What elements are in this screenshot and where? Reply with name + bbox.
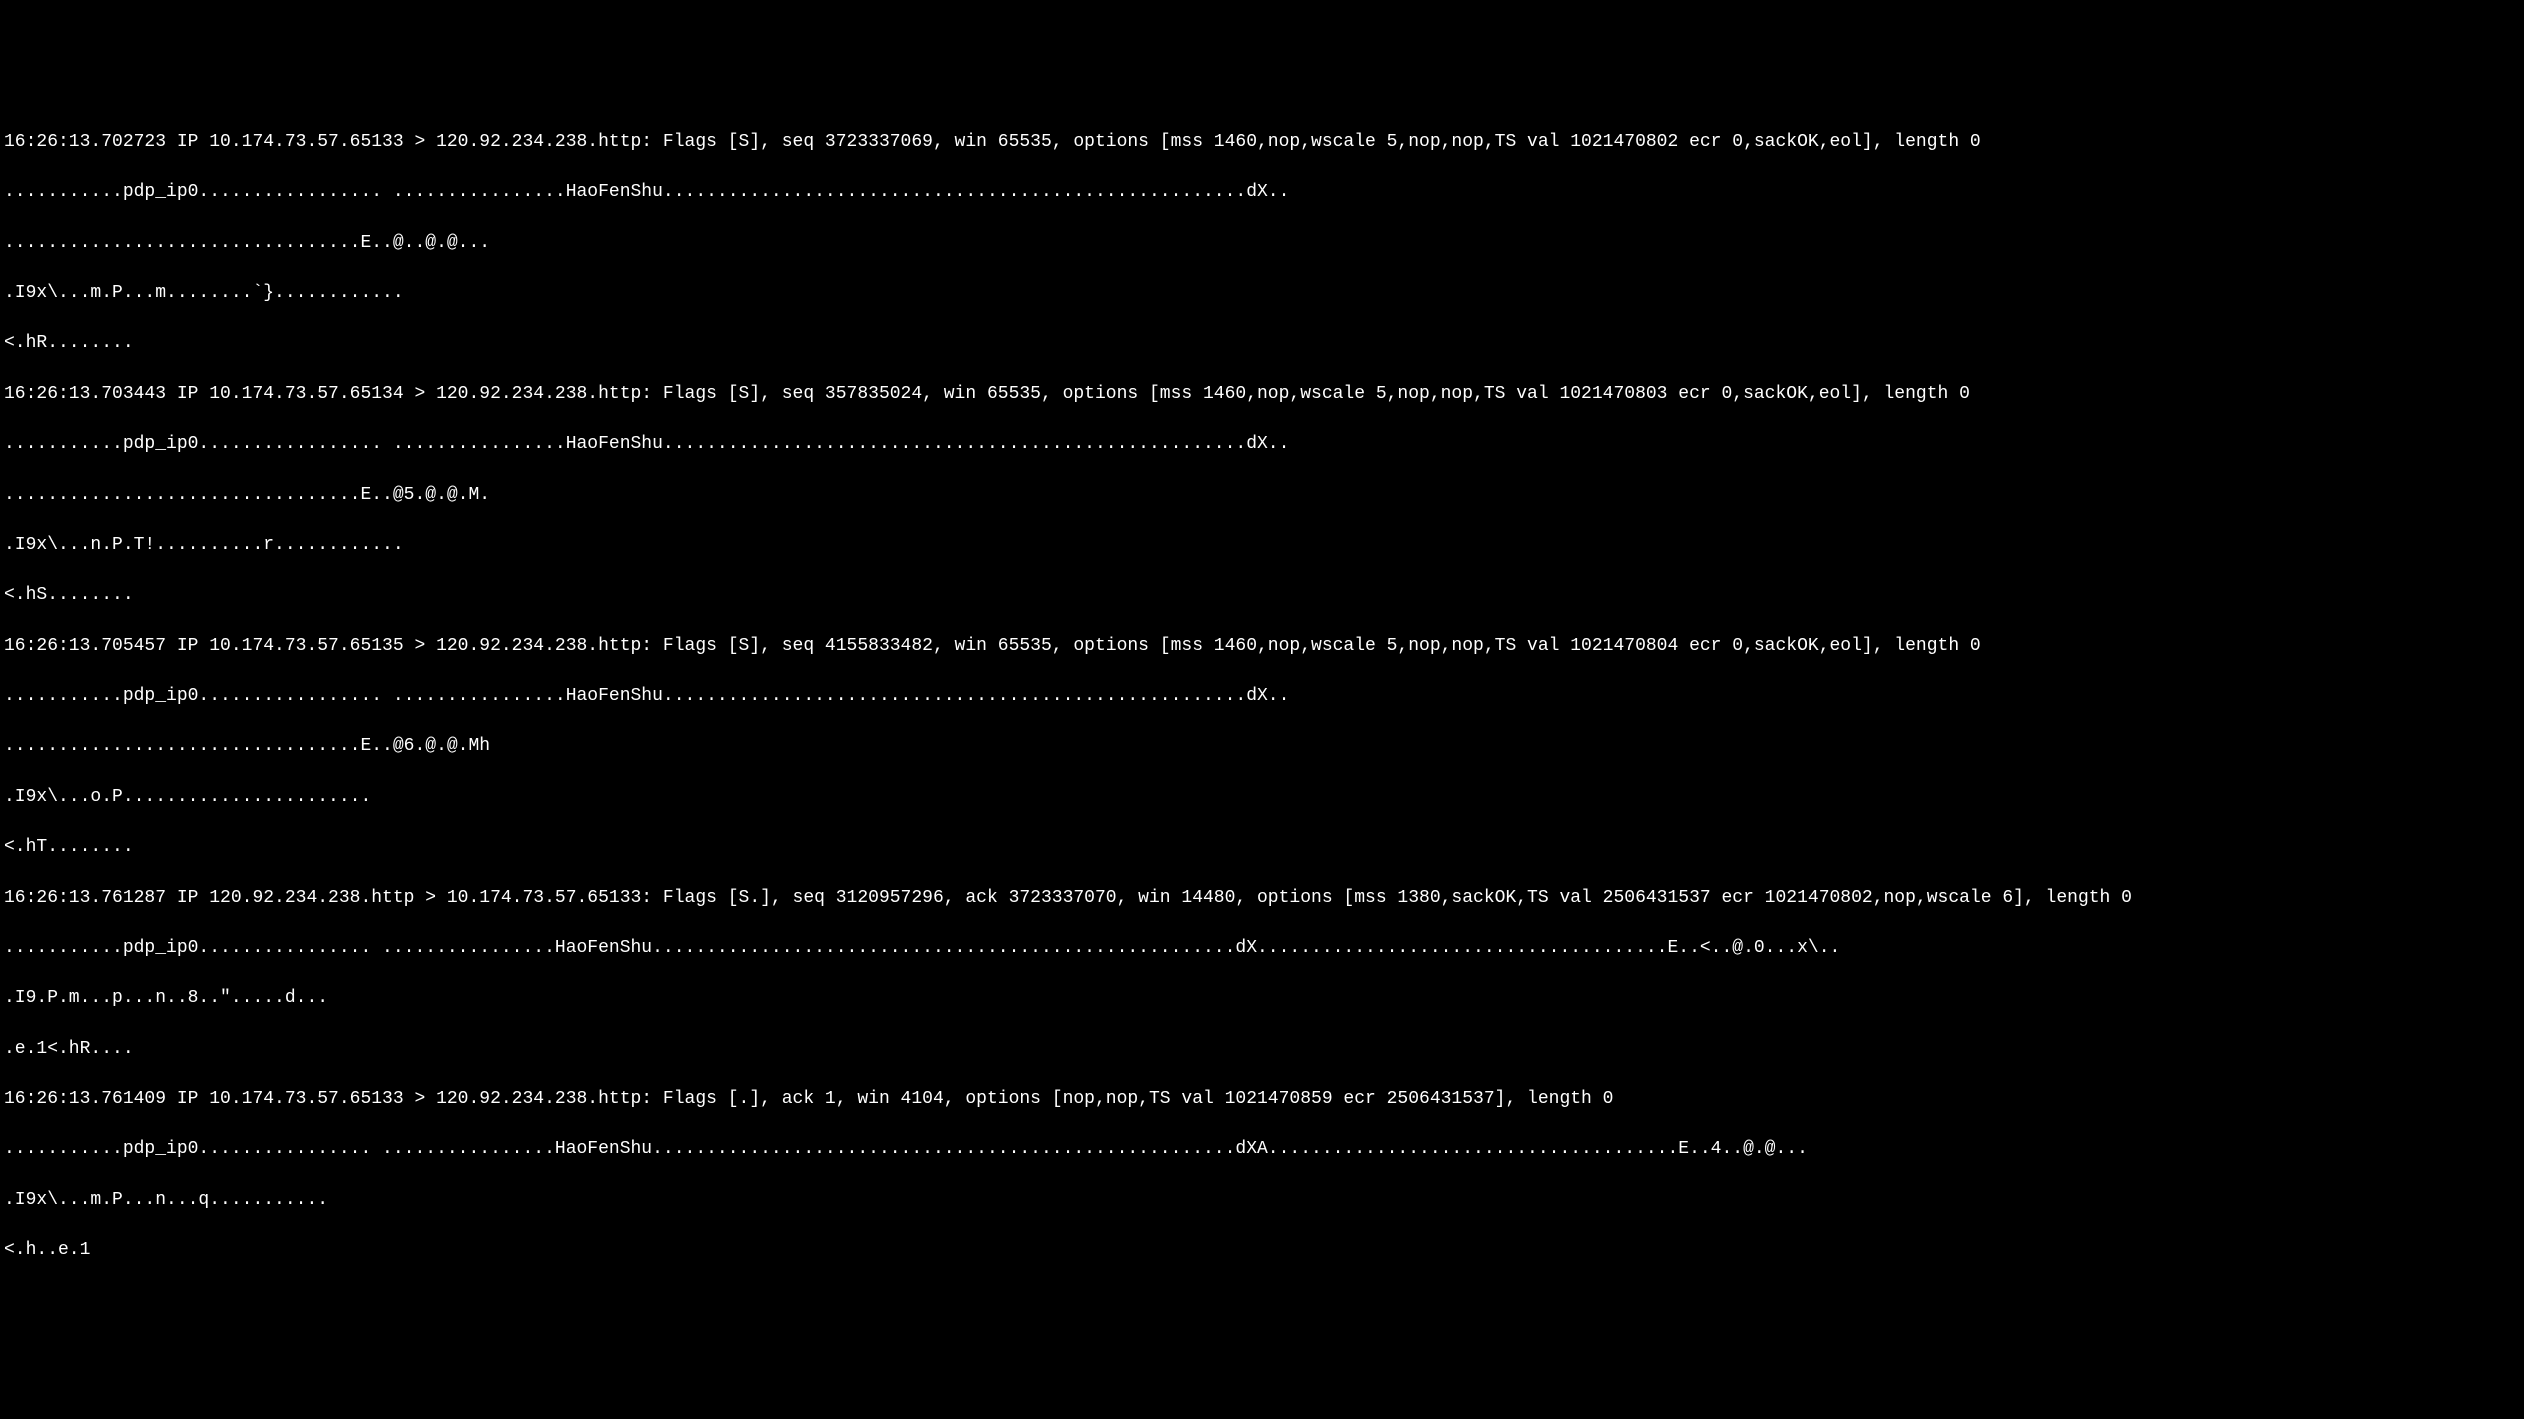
tcpdump-line: <.hS........ <box>4 583 2520 608</box>
tcpdump-line: ...........pdp_ip0................ .....… <box>4 1137 2520 1162</box>
tcpdump-line: ...........pdp_ip0................ .....… <box>4 936 2520 961</box>
tcpdump-line: ...........pdp_ip0................. ....… <box>4 180 2520 205</box>
tcpdump-line: .I9x\...m.P...n...q........... <box>4 1188 2520 1213</box>
tcpdump-line: 16:26:13.702723 IP 10.174.73.57.65133 > … <box>4 130 2520 155</box>
tcpdump-line: <.hR........ <box>4 331 2520 356</box>
tcpdump-line: .I9x\...o.P....................... <box>4 785 2520 810</box>
tcpdump-line: ...........pdp_ip0................. ....… <box>4 684 2520 709</box>
tcpdump-line: 16:26:13.761409 IP 10.174.73.57.65133 > … <box>4 1087 2520 1112</box>
tcpdump-line: <.h..e.1 <box>4 1238 2520 1263</box>
tcpdump-line: 16:26:13.761287 IP 120.92.234.238.http >… <box>4 886 2520 911</box>
tcpdump-line: 16:26:13.703443 IP 10.174.73.57.65134 > … <box>4 382 2520 407</box>
tcpdump-line: .I9x\...m.P...m........`}............ <box>4 281 2520 306</box>
tcpdump-line: .................................E..@5.@… <box>4 483 2520 508</box>
tcpdump-line: ...........pdp_ip0................. ....… <box>4 432 2520 457</box>
tcpdump-line: .................................E..@6.@… <box>4 734 2520 759</box>
tcpdump-line: .e.1<.hR.... <box>4 1037 2520 1062</box>
tcpdump-line: .I9.P.m...p...n..8..".....d... <box>4 986 2520 1011</box>
tcpdump-line: .................................E..@..@… <box>4 231 2520 256</box>
tcpdump-line: <.hT........ <box>4 835 2520 860</box>
tcpdump-line: .I9x\...n.P.T!..........r............ <box>4 533 2520 558</box>
tcpdump-line: 16:26:13.705457 IP 10.174.73.57.65135 > … <box>4 634 2520 659</box>
terminal-output: 16:26:13.702723 IP 10.174.73.57.65133 > … <box>4 105 2520 1289</box>
